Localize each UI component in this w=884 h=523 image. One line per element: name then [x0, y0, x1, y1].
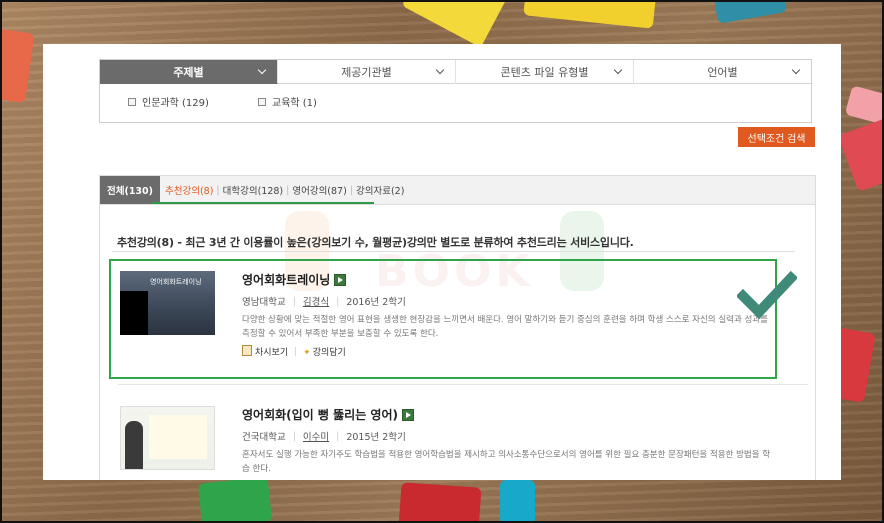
- divider-line: [118, 384, 808, 385]
- chevron-down-icon: [435, 65, 445, 75]
- toy-block: [523, 0, 657, 29]
- video-icon: [401, 408, 414, 421]
- tab-all[interactable]: 전체(130): [100, 176, 160, 204]
- divider: |: [292, 430, 296, 442]
- tab-university[interactable]: 대학강의(128): [220, 183, 287, 197]
- course-description: 혼자서도 실행 가능한 자기주도 학습법을 적용한 영어학습법을 제시하고 의사…: [242, 450, 771, 474]
- toy-block: [197, 476, 273, 523]
- university: 건국대학교: [242, 432, 286, 443]
- filter-tabs: 주제별 제공기관별 콘텐츠 파일 유형별 언어별: [100, 60, 811, 84]
- section-intro: 추천강의(8) - 최근 3년 간 이용률이 높은(강의보기 수, 월평균)강의…: [117, 236, 634, 249]
- thumbnail-lecturer: [125, 421, 143, 469]
- tab-topic[interactable]: 주제별: [100, 60, 278, 84]
- option-label: 교육학 (1): [272, 98, 317, 109]
- professor-link[interactable]: 이수미: [303, 429, 329, 443]
- toy-block: [398, 482, 482, 523]
- toy-block: [838, 108, 884, 192]
- tab-english[interactable]: 영어강의(87): [289, 183, 349, 197]
- option-humanities[interactable]: 인문과학 (129): [128, 94, 258, 109]
- course-title-text[interactable]: 영어회화(입이 뻥 뚫리는 영어): [242, 406, 398, 423]
- divider-line: [112, 251, 795, 252]
- tab-label: 콘텐츠 파일 유형별: [500, 65, 589, 79]
- active-tab-underline: [152, 202, 374, 204]
- course-info: 영어회화(입이 뻥 뚫리는 영어) 건국대학교 | 이수미 | 2015년 2학…: [242, 406, 772, 476]
- tab-provider[interactable]: 제공기관별: [278, 60, 456, 84]
- thumbnail-slide: [149, 415, 207, 459]
- divider: |: [336, 430, 340, 442]
- tab-file-type[interactable]: 콘텐츠 파일 유형별: [456, 60, 634, 84]
- filter-options: 인문과학 (129) 교육학 (1): [100, 84, 811, 109]
- course-meta: 건국대학교 | 이수미 | 2015년 2학기: [242, 429, 772, 444]
- toy-block: [844, 85, 884, 125]
- option-education[interactable]: 교육학 (1): [258, 94, 388, 109]
- chevron-down-icon: [257, 65, 267, 75]
- toy-block: [500, 480, 535, 523]
- tab-recommended[interactable]: 추천강의(8): [162, 183, 216, 197]
- course-thumbnail[interactable]: [120, 406, 215, 470]
- term: 2015년 2학기: [346, 432, 406, 443]
- toy-block: [0, 26, 35, 104]
- result-tabs: 전체(130) 추천강의(8) | 대학강의(128) | 영어강의(87) |…: [100, 176, 815, 205]
- option-label: 인문과학 (129): [142, 98, 209, 109]
- checkmark-icon: [737, 270, 797, 320]
- highlight-box: [109, 259, 777, 379]
- checkbox[interactable]: [128, 97, 136, 106]
- tab-label: 주제별: [173, 65, 204, 79]
- sub-tabs: 추천강의(8) | 대학강의(128) | 영어강의(87) | 강의자료(2): [162, 176, 407, 204]
- search-selected-button[interactable]: 선택조건 검색: [738, 127, 815, 147]
- course-title[interactable]: 영어회화(입이 뻥 뚫리는 영어): [242, 406, 772, 423]
- chevron-down-icon: [613, 65, 623, 75]
- tab-materials[interactable]: 강의자료(2): [353, 183, 407, 197]
- filter-box: 주제별 제공기관별 콘텐츠 파일 유형별 언어별 인문과학 (129) 교육학 …: [99, 59, 812, 123]
- chevron-down-icon: [791, 65, 801, 75]
- tab-language[interactable]: 언어별: [634, 60, 811, 84]
- tab-label: 제공기관별: [341, 65, 392, 79]
- toy-block: [712, 0, 788, 24]
- checkbox[interactable]: [258, 97, 266, 106]
- content-panel: 주제별 제공기관별 콘텐츠 파일 유형별 언어별 인문과학 (129) 교육학 …: [43, 44, 841, 480]
- toy-block: [401, 0, 509, 48]
- tab-label: 언어별: [707, 65, 738, 79]
